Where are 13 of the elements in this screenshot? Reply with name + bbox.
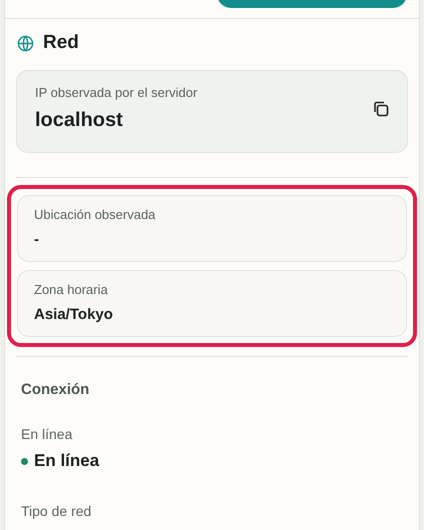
field-value: Asia/Tokyo: [34, 306, 114, 323]
field-label: Tipo de red: [21, 503, 92, 519]
field-label: En línea: [21, 426, 74, 442]
status-value: En línea: [34, 451, 100, 471]
field-label: Ubicación observada: [34, 207, 156, 222]
field-label: Zona horaria: [34, 282, 109, 297]
field-value: localhost: [35, 109, 124, 132]
field-label: IP observada por el servidor: [35, 85, 198, 100]
section-heading: Conexión: [21, 381, 90, 398]
copy-icon[interactable]: [371, 98, 391, 118]
field-value: -: [34, 231, 40, 248]
section-title: Red: [43, 32, 79, 54]
globe-icon: [17, 34, 34, 52]
